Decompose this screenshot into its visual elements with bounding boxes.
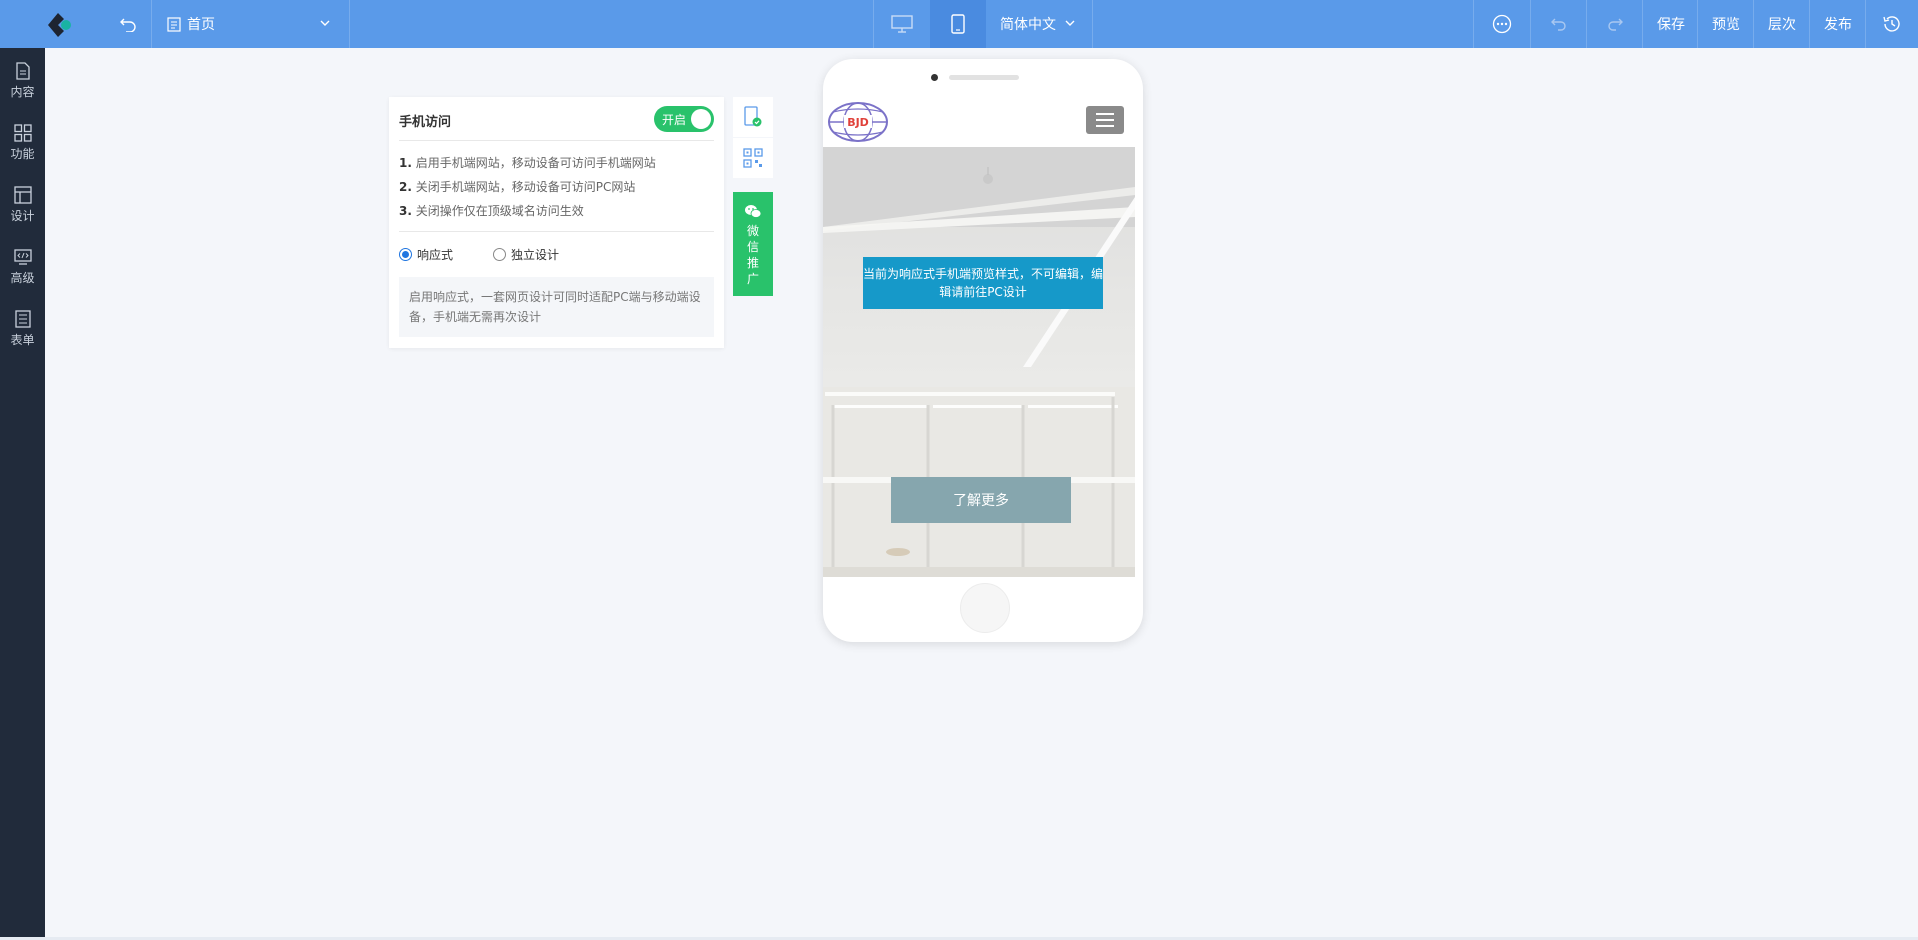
desktop-view-button[interactable] <box>874 0 930 48</box>
mobile-check-icon <box>744 106 762 127</box>
phone-speaker <box>949 75 1019 80</box>
phone-home-button <box>960 583 1010 633</box>
preview-notice-banner: 当前为响应式手机端预览样式，不可编辑，编辑请前往PC设计 <box>863 257 1103 309</box>
radio-label: 响应式 <box>417 248 454 262</box>
qrcode-icon <box>743 148 763 168</box>
site-logo[interactable]: BJD <box>827 100 889 144</box>
mobile-access-panel: 手机访问 开启 1. 启用手机端网站，移动设备可访问手机端网站 2. 关闭手机端… <box>389 97 724 348</box>
publish-button[interactable]: 发布 <box>1810 0 1866 48</box>
chevron-down-icon <box>320 20 330 26</box>
menu-line <box>1096 119 1114 121</box>
sidebar-item-label: 功能 <box>10 147 35 161</box>
sidebar-item-content[interactable]: 内容 <box>0 54 45 110</box>
sidebar-item-design[interactable]: 设计 <box>0 178 45 234</box>
wechat-char: 推 <box>746 256 759 270</box>
phone-preview-frame: BJD 当前为响应式手机端预览样式，不可编辑，编辑请前往PC设计 了解更多 <box>823 59 1143 642</box>
desktop-icon <box>891 15 913 33</box>
rule-item: 2. 关闭手机端网站，移动设备可访问PC网站 <box>399 180 636 194</box>
mobile-check-button[interactable] <box>733 97 773 137</box>
menu-line <box>1096 125 1114 127</box>
hamburger-menu-button[interactable] <box>1086 106 1124 134</box>
rule-item: 3. 关闭操作仅在顶级域名访问生效 <box>399 204 584 218</box>
sidebar-item-functions[interactable]: 功能 <box>0 116 45 172</box>
phone-scrollbar[interactable] <box>1135 97 1143 577</box>
top-toolbar: 首页 简体中文 保存 预览 层次 发布 <box>0 0 1918 48</box>
toggle-knob <box>691 109 711 129</box>
mobile-view-button[interactable] <box>930 0 986 48</box>
undo-icon <box>1551 18 1566 31</box>
phone-screen: BJD 当前为响应式手机端预览样式，不可编辑，编辑请前往PC设计 了解更多 <box>823 97 1135 577</box>
form-icon <box>14 310 31 328</box>
radio-label: 独立设计 <box>511 248 560 262</box>
radio-selected-icon <box>399 248 412 261</box>
wechat-icon <box>745 205 762 218</box>
undo-button[interactable] <box>1531 0 1587 48</box>
layout-icon <box>13 186 32 204</box>
page-select-label: 首页 <box>187 17 215 33</box>
logo-text: BJD <box>847 116 869 129</box>
rule-item: 1. 启用手机端网站，移动设备可访问手机端网站 <box>399 156 656 170</box>
redo-button[interactable] <box>1587 0 1643 48</box>
redo-icon <box>1608 18 1623 31</box>
menu-line <box>1096 113 1114 115</box>
language-label: 简体中文 <box>1000 17 1056 33</box>
app-logo[interactable] <box>46 12 74 37</box>
panel-title: 手机访问 <box>399 115 452 130</box>
phone-camera <box>931 74 938 81</box>
wechat-char: 广 <box>746 272 759 286</box>
page-icon <box>167 16 181 32</box>
chevron-down-icon <box>1065 20 1075 26</box>
grid-icon <box>13 124 32 142</box>
sidebar-item-label: 表单 <box>10 333 35 347</box>
preview-button[interactable]: 预览 <box>1698 0 1754 48</box>
sidebar-item-label: 设计 <box>10 209 35 223</box>
mobile-access-toggle[interactable]: 开启 <box>654 106 714 132</box>
wechat-char: 信 <box>746 240 759 254</box>
sidebar-item-forms[interactable]: 表单 <box>0 302 45 358</box>
mobile-site-header: BJD <box>823 97 1135 147</box>
hero-banner-image: 当前为响应式手机端预览样式，不可编辑，编辑请前往PC设计 了解更多 <box>823 147 1135 577</box>
sidebar-item-label: 内容 <box>10 85 35 99</box>
left-sidebar: 内容 功能 设计 高级 表单 <box>0 48 45 940</box>
toggle-label: 开启 <box>662 112 687 127</box>
history-button[interactable] <box>1866 0 1918 48</box>
undo-history-icon[interactable] <box>112 0 144 48</box>
wechat-char: 微 <box>746 224 759 238</box>
save-button[interactable]: 保存 <box>1643 0 1699 48</box>
radio-unselected-icon <box>493 248 506 261</box>
more-options-button[interactable] <box>1474 0 1530 48</box>
wechat-promotion-button[interactable]: 微 信 推 广 <box>733 192 773 296</box>
independent-design-radio[interactable]: 独立设计 <box>493 246 559 263</box>
language-select[interactable]: 简体中文 <box>988 0 1092 48</box>
divider <box>399 231 714 232</box>
page-select[interactable]: 首页 <box>151 0 349 48</box>
divider <box>399 140 714 141</box>
file-icon <box>15 62 30 80</box>
learn-more-button[interactable]: 了解更多 <box>891 477 1071 523</box>
more-icon <box>1492 14 1512 34</box>
history-icon <box>1883 16 1900 32</box>
qrcode-button[interactable] <box>733 138 773 178</box>
layers-button[interactable]: 层次 <box>1754 0 1810 48</box>
responsive-radio[interactable]: 响应式 <box>399 246 453 263</box>
responsive-description: 启用响应式，一套网页设计可同时适配PC端与移动端设备，手机端无需再次设计 <box>399 277 714 337</box>
code-icon <box>13 249 32 265</box>
mobile-icon <box>951 14 965 34</box>
sidebar-item-advanced[interactable]: 高级 <box>0 240 45 296</box>
sidebar-item-label: 高级 <box>10 271 35 285</box>
